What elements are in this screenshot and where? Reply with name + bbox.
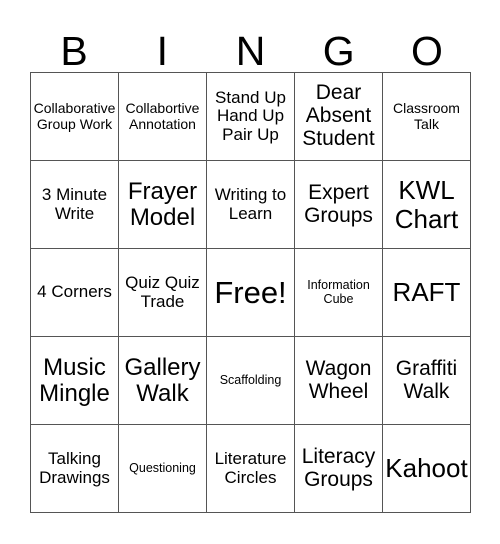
bingo-header-cell: O (383, 22, 471, 72)
bingo-cell[interactable]: Writing to Learn (207, 161, 295, 249)
bingo-cell-label: RAFT (392, 277, 461, 308)
bingo-cell-label: Classroom Talk (393, 100, 460, 132)
bingo-cell[interactable]: Questioning (119, 425, 207, 513)
bingo-cell-label: Free! (214, 274, 287, 310)
bingo-cell[interactable]: 3 Minute Write (31, 161, 119, 249)
bingo-header-letter: B (60, 28, 88, 74)
bingo-header-cell: N (206, 22, 294, 72)
bingo-cell-label: 4 Corners (37, 282, 112, 302)
bingo-cell[interactable]: Dear Absent Student (295, 73, 383, 161)
bingo-cell[interactable]: Free! (207, 249, 295, 337)
bingo-cell-label: Expert Groups (304, 180, 373, 227)
bingo-cell-label: Dear Absent Student (302, 81, 375, 150)
bingo-cell[interactable]: Information Cube (295, 249, 383, 337)
bingo-header: BINGO (30, 22, 471, 72)
bingo-header-cell: I (118, 22, 206, 72)
bingo-cell[interactable]: 4 Corners (31, 249, 119, 337)
bingo-cell[interactable]: Frayer Model (119, 161, 207, 249)
bingo-cell[interactable]: Quiz Quiz Trade (119, 249, 207, 337)
bingo-cell[interactable]: Scaffolding (207, 337, 295, 425)
bingo-cell[interactable]: RAFT (383, 249, 471, 337)
bingo-cell-label: Wagon Wheel (305, 356, 372, 403)
bingo-cell-label: Collaborative Group Work (33, 100, 116, 132)
bingo-cell[interactable]: Talking Drawings (31, 425, 119, 513)
bingo-cell[interactable]: Expert Groups (295, 161, 383, 249)
bingo-card: B I N G O Collaborative Group Work Collaborti… (0, 0, 500, 544)
bingo-cell[interactable]: Music Mingle (31, 337, 119, 425)
bingo-cell-label: Scaffolding (219, 372, 282, 387)
bingo-cell-label: Music Mingle (39, 353, 110, 407)
bingo-header-letter: O (410, 28, 443, 74)
bingo-cell[interactable]: Collaborative Group Work (31, 73, 119, 161)
bingo-cell-label: KWL Chart (394, 175, 459, 234)
bingo-cell-label: Frayer Model (127, 177, 198, 231)
bingo-header-letter: G (322, 28, 355, 74)
bingo-cell-label: Questioning (129, 460, 196, 475)
bingo-cell-label: Collabortive Annotation (125, 100, 200, 132)
bingo-cell-label: Gallery Walk (124, 353, 201, 407)
bingo-header-cell: B (30, 22, 118, 72)
bingo-cell[interactable]: Gallery Walk (119, 337, 207, 425)
bingo-cell[interactable]: KWL Chart (383, 161, 471, 249)
bingo-cell-label: Information Cube (307, 278, 370, 306)
bingo-cell-label: Writing to Learn (214, 185, 287, 223)
bingo-cell-label: 3 Minute Write (41, 185, 108, 223)
bingo-cell-label: Kahoot (385, 453, 468, 484)
bingo-cell[interactable]: Graffiti Walk (383, 337, 471, 425)
bingo-cell-label: Graffiti Walk (395, 356, 458, 403)
bingo-cell[interactable]: Collabortive Annotation (119, 73, 207, 161)
bingo-cell[interactable]: Classroom Talk (383, 73, 471, 161)
bingo-cell-label: Talking Drawings (39, 449, 110, 487)
bingo-cell-label: Literacy Groups (301, 444, 376, 491)
bingo-cell[interactable]: Literature Circles (207, 425, 295, 513)
bingo-cell[interactable]: Stand Up Hand Up Pair Up (207, 73, 295, 161)
bingo-header-letter: N (235, 28, 266, 74)
bingo-header-cell: G (295, 22, 383, 72)
bingo-grid: Collaborative Group Work Collabortive Ann… (30, 72, 471, 513)
bingo-cell[interactable]: Literacy Groups (295, 425, 383, 513)
bingo-cell-label: Stand Up Hand Up Pair Up (215, 87, 286, 144)
bingo-header-letter: I (156, 28, 168, 74)
bingo-cell[interactable]: Wagon Wheel (295, 337, 383, 425)
bingo-cell-label: Literature Circles (214, 449, 287, 487)
bingo-cell[interactable]: Kahoot (383, 425, 471, 513)
bingo-cell-label: Quiz Quiz Trade (125, 273, 200, 311)
